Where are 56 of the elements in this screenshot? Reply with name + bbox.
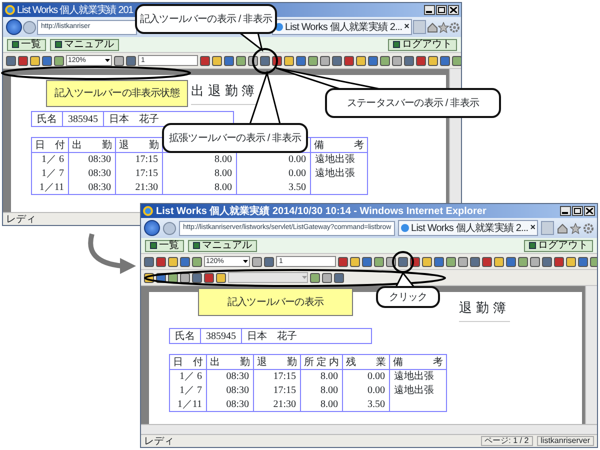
table-cell: 8.00 bbox=[162, 166, 236, 180]
table-cell: 遠地出張 bbox=[310, 152, 368, 166]
table-cell: 21:30 bbox=[254, 398, 300, 412]
table-cell: 1／11 bbox=[32, 180, 68, 194]
table-cell: 08:30 bbox=[206, 398, 254, 412]
column-header: 備 考 bbox=[310, 138, 368, 152]
table-cell: 1／ 6 bbox=[32, 152, 68, 166]
table-cell: 0.00 bbox=[342, 370, 390, 384]
column-header: 所 定 内 bbox=[300, 354, 342, 370]
table-cell: 1／ 7 bbox=[32, 166, 68, 180]
column-header: 出 勤 bbox=[68, 138, 116, 152]
name-label: 氏名 bbox=[32, 112, 63, 126]
server-name: listkanriserver bbox=[536, 436, 594, 446]
table-cell: 0.00 bbox=[236, 166, 310, 180]
window-title: List Works 個人就業実績 201 bbox=[17, 4, 134, 16]
status-text: レディ bbox=[144, 436, 174, 446]
employee-id: 385945 bbox=[201, 329, 242, 343]
table-cell: 8.00 bbox=[300, 398, 342, 412]
table-cell: 08:30 bbox=[68, 180, 116, 194]
table-cell: 17:15 bbox=[254, 384, 300, 398]
status-text: レディ bbox=[6, 214, 36, 224]
table-cell: 08:30 bbox=[68, 166, 116, 180]
table-cell: 8.00 bbox=[300, 384, 342, 398]
table-cell: 17:15 bbox=[254, 370, 300, 384]
employee-name: 日本 花子 bbox=[246, 330, 298, 343]
column-header: 退 勤 bbox=[254, 354, 300, 370]
table-cell: 17:15 bbox=[116, 166, 162, 180]
column-header: 残 業 bbox=[342, 354, 390, 370]
document-title: 退勤簿 bbox=[459, 296, 510, 322]
page-indicator: ページ: 1 / 2 bbox=[480, 436, 533, 446]
table-cell: 遠地出張 bbox=[390, 370, 446, 384]
table-cell: 8.00 bbox=[162, 180, 236, 194]
column-header: 出 勤 bbox=[206, 354, 254, 370]
table-cell: 3.50 bbox=[236, 180, 310, 194]
table-cell: 遠地出張 bbox=[310, 166, 368, 180]
table-cell: 21:30 bbox=[116, 180, 162, 194]
table-cell: 08:30 bbox=[206, 384, 254, 398]
table-cell: 08:30 bbox=[68, 152, 116, 166]
table-cell: 08:30 bbox=[206, 370, 254, 384]
table-cell: 0.00 bbox=[342, 384, 390, 398]
sticky-note: 記入ツールバーの非表示状態 bbox=[46, 80, 188, 107]
table-cell: 遠地出張 bbox=[390, 384, 446, 398]
employee-id: 385945 bbox=[63, 112, 104, 126]
table-cell: 1／ 6 bbox=[170, 370, 206, 384]
table-cell: 17:15 bbox=[116, 152, 162, 166]
column-header: 日 付 bbox=[32, 138, 68, 152]
table-cell: 3.50 bbox=[342, 398, 390, 412]
sticky-note: 記入ツールバーの表示 bbox=[198, 288, 353, 316]
table-cell: 1／11 bbox=[170, 398, 206, 412]
table-cell: 1／ 7 bbox=[170, 384, 206, 398]
employee-name: 日本 花子 bbox=[108, 112, 160, 126]
name-label: 氏名 bbox=[170, 329, 201, 343]
column-header: 日 付 bbox=[170, 354, 206, 370]
table-cell: 8.00 bbox=[300, 370, 342, 384]
column-header: 備 考 bbox=[390, 354, 446, 370]
window-title: List Works 個人就業実績 2014/10/30 10:14 - Windows Internet Explorer bbox=[156, 206, 486, 216]
